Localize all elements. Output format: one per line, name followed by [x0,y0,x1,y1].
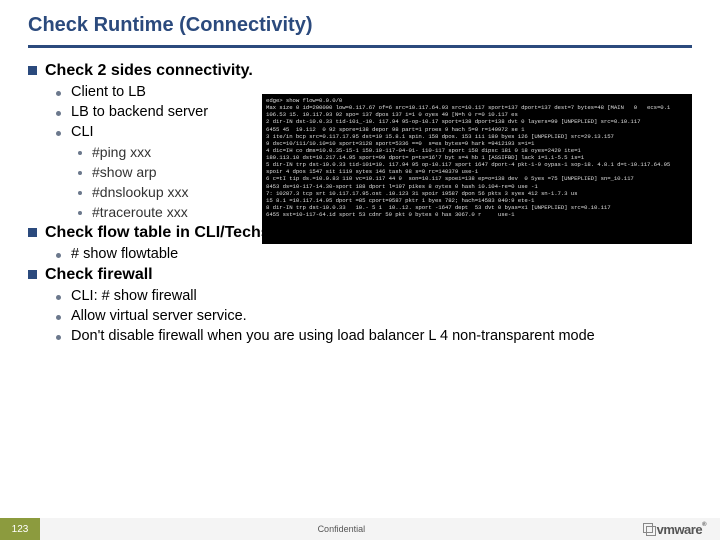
item-client-to-lb: Client to LB [71,84,146,100]
page-number: 123 [0,518,40,540]
bullet-lvl2: # show flowtable [28,246,692,262]
logo-text: vmware® [657,522,706,537]
square-bullet-icon [28,66,37,75]
confidential-label: Confidential [40,524,643,534]
slide-footer: 123 Confidential vmware® [0,518,720,540]
dot-icon [56,253,61,258]
section3-heading: Check firewall [45,266,153,284]
dot-icon [56,335,61,340]
dot-icon [56,131,61,136]
dot-icon [56,315,61,320]
vmware-logo: vmware® [643,522,720,537]
square-bullet-icon [28,270,37,279]
content-area: Check 2 sides connectivity. Client to LB… [28,62,692,344]
square-bullet-icon [28,228,37,237]
terminal-output: edge> show flow=0.0.0/0 Max size 0 id=20… [262,94,692,244]
bullet-lvl2: Don't disable firewall when you are usin… [28,328,692,344]
dot-icon [78,211,82,215]
item-show-firewall: CLI: # show firewall [71,288,197,304]
dot-icon [78,191,82,195]
bullet-lvl1: Check firewall [28,266,692,284]
logo-box-icon [643,523,655,535]
bullet-lvl2: CLI: # show firewall [28,288,692,304]
item-cli: CLI [71,124,94,140]
cli-ping: #ping xxx [92,144,151,160]
item-dont-disable-fw: Don't disable firewall when you are usin… [71,328,595,344]
slide-title: Check Runtime (Connectivity) [28,14,692,48]
dot-icon [56,111,61,116]
item-allow-vs: Allow virtual server service. [71,308,247,324]
dot-icon [78,171,82,175]
bullet-lvl2: Allow virtual server service. [28,308,692,324]
cli-dns: #dnslookup xxx [92,184,189,200]
cli-arp: #show arp [92,164,157,180]
dot-icon [78,151,82,155]
cli-trace: #traceroute xxx [92,204,188,220]
dot-icon [56,91,61,96]
item-lb-backend: LB to backend server [71,104,208,120]
section1-heading: Check 2 sides connectivity. [45,62,253,80]
slide-body: Check Runtime (Connectivity) Check 2 sid… [0,0,720,540]
dot-icon [56,295,61,300]
bullet-lvl1: Check 2 sides connectivity. [28,62,692,80]
item-show-flowtable: # show flowtable [71,246,178,262]
